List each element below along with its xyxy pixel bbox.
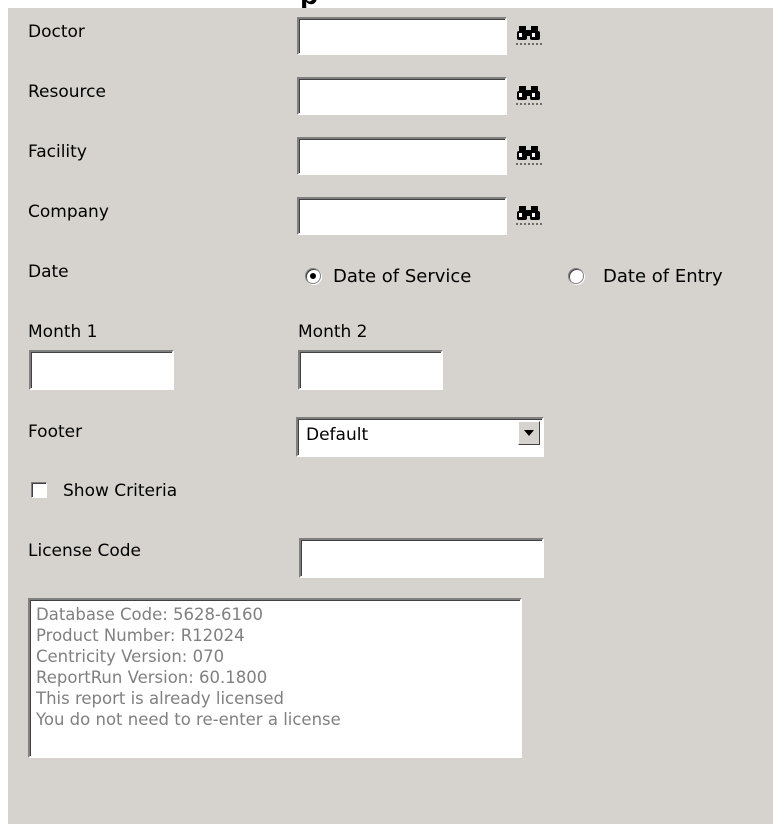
date-of-service-radio[interactable] — [305, 268, 321, 284]
date-of-service-label[interactable]: Date of Service — [333, 266, 471, 287]
show-criteria-label[interactable]: Show Criteria — [63, 481, 177, 501]
month2-label: Month 2 — [298, 322, 368, 342]
license-info-box: Database Code: 5628-6160 Product Number:… — [28, 598, 522, 758]
license-code-label: License Code — [28, 541, 142, 561]
binoculars-icon[interactable] — [516, 204, 542, 226]
footer-dropdown[interactable]: Default — [296, 417, 544, 457]
date-label: Date — [28, 262, 69, 282]
binoculars-icon[interactable] — [516, 144, 542, 166]
date-of-entry-label[interactable]: Date of Entry — [603, 266, 723, 287]
binoculars-icon[interactable] — [516, 24, 542, 46]
date-of-entry-radio[interactable] — [568, 268, 584, 284]
info-line: Database Code: 5628-6160 — [36, 605, 263, 624]
footer-label: Footer — [28, 422, 83, 442]
resource-label: Resource — [28, 82, 106, 102]
resource-field[interactable] — [297, 77, 507, 115]
info-line: This report is already licensed — [36, 689, 284, 708]
facility-field[interactable] — [297, 137, 507, 175]
chevron-down-icon[interactable] — [518, 421, 540, 445]
info-line: Product Number: R12024 — [36, 626, 245, 645]
month1-field[interactable] — [29, 350, 174, 390]
month2-field[interactable] — [298, 350, 443, 390]
month1-label: Month 1 — [28, 322, 98, 342]
doctor-field[interactable] — [297, 17, 507, 55]
info-line: ReportRun Version: 60.1800 — [36, 668, 268, 687]
radio-selected-dot — [310, 273, 316, 279]
show-criteria-checkbox[interactable] — [31, 482, 47, 498]
info-line: You do not need to re-enter a license — [36, 710, 341, 729]
info-line: Centricity Version: 070 — [36, 647, 225, 666]
doctor-label: Doctor — [28, 22, 85, 42]
clipped-title: p — [300, 0, 420, 8]
binoculars-icon[interactable] — [516, 84, 542, 106]
footer-dropdown-value: Default — [306, 425, 369, 445]
company-field[interactable] — [297, 197, 507, 235]
company-label: Company — [28, 202, 109, 222]
license-code-field[interactable] — [299, 538, 544, 578]
facility-label: Facility — [28, 142, 87, 162]
